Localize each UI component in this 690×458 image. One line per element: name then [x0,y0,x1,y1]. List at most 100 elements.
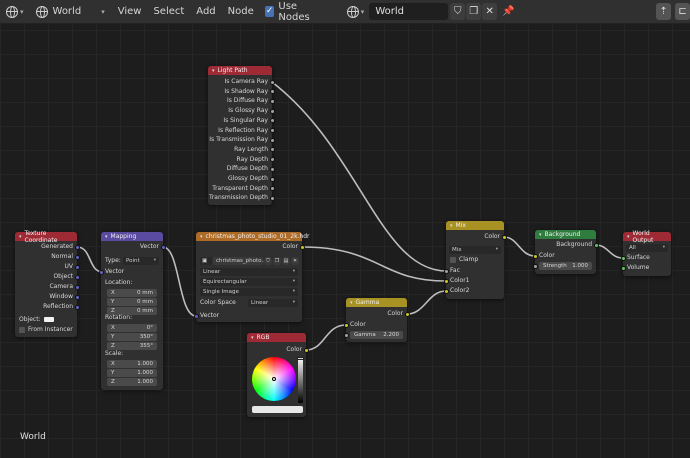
socket-out[interactable] [74,284,80,290]
socket-in[interactable] [343,322,349,328]
node-title: RGB [256,334,270,341]
rotation-x-field[interactable]: X 0° [107,324,157,332]
socket-out[interactable] [269,166,275,172]
socket-in[interactable] [620,265,626,271]
socket-out[interactable] [74,274,80,280]
socket-in[interactable] [343,332,349,338]
socket-in[interactable] [98,269,104,275]
color-picker-cursor[interactable] [272,377,276,381]
target-dropdown[interactable]: All ▾ [626,244,668,252]
socket-out[interactable] [593,242,599,248]
tree-context-label: World [20,432,46,442]
color-wheel[interactable] [252,357,296,401]
object-picker-icon[interactable] [43,317,54,322]
new-copy-icon[interactable]: ❐ [273,257,281,265]
folder-icon[interactable]: ▤ [282,257,290,265]
socket-out[interactable] [269,89,275,95]
collapse-icon[interactable]: ▾ [251,335,254,341]
node-header[interactable]: ▾ Mapping [101,232,163,241]
fake-user-shield-icon[interactable]: ⛉ [264,257,272,265]
collapse-icon[interactable]: ▾ [450,223,453,229]
scale-x-field[interactable]: X 1.000 [107,360,157,368]
image-name-field[interactable]: christmas_photo... [213,257,267,265]
node-header[interactable]: ▾ Background [535,230,596,239]
node-header[interactable]: ▾ Gamma [346,298,407,307]
socket-in[interactable] [532,253,538,259]
socket-out[interactable] [269,147,275,153]
collapse-icon[interactable]: ▾ [539,232,542,238]
socket-out[interactable] [299,244,305,250]
projection-dropdown[interactable]: Equirectangular ▾ [200,278,298,286]
location-x-field[interactable]: X0 mm [107,289,157,297]
from-instancer-checkbox[interactable]: From Instancer [15,325,77,335]
node-header[interactable]: ▾ christmas_photo_studio_01_2k.hdr [196,232,310,241]
mapping-node[interactable]: ▾ Mapping Vector Type: Point ▾ Vector Loc… [98,232,166,390]
location-y-field[interactable]: Y0 mm [107,298,157,306]
collapse-icon[interactable]: ▾ [105,234,108,240]
value-slider[interactable] [298,357,303,403]
node-header[interactable]: ▾ Texture Coordinate [15,230,77,244]
rotation-y-field[interactable]: Y 350° [107,333,157,341]
socket-out[interactable] [269,108,275,114]
blend-type-dropdown[interactable]: Mix ▾ [449,246,501,254]
object-field[interactable]: Object: [15,315,77,325]
collapse-icon[interactable]: ▾ [200,234,203,240]
scale-y-field[interactable]: Y 1.000 [107,369,157,377]
socket-in[interactable] [532,263,538,269]
socket-out[interactable] [269,118,275,124]
image-browse-button[interactable]: ▣ [200,257,212,265]
collapse-icon[interactable]: ▾ [19,234,22,240]
socket-out[interactable] [269,195,275,201]
rgb-node[interactable]: ▾ RGB Color [247,333,309,417]
gamma-value-field[interactable]: Gamma 2.200 [343,331,403,339]
socket-out[interactable] [303,347,309,353]
gamma-node[interactable]: ▾ Gamma Color Color Gamma 2.200 [343,298,410,342]
environment-texture-node[interactable]: ▾ christmas_photo_studio_01_2k.hdr Color… [193,232,310,322]
color-space-dropdown[interactable]: Linear ▾ [248,299,298,307]
socket-out[interactable] [74,294,80,300]
socket-out[interactable] [269,98,275,104]
socket-out[interactable] [269,186,275,192]
texture-coordinate-node[interactable]: ▾ Texture Coordinate Generated Normal UV… [15,230,80,337]
socket-out[interactable] [269,137,275,143]
interpolation-dropdown[interactable]: Linear ▾ [200,268,298,276]
socket-in[interactable] [620,255,626,261]
socket-out[interactable] [74,254,80,260]
close-icon[interactable]: ✕ [291,257,299,265]
collapse-icon[interactable]: ▾ [212,68,215,74]
node-header[interactable]: ▾ Light Path [208,66,272,75]
mix-rgb-node[interactable]: ▾ Mix Color Mix ▾ Clamp Fac Color1 Color2 [443,221,507,299]
socket-out[interactable] [269,176,275,182]
node-header[interactable]: ▾ RGB [247,333,306,342]
checkbox-icon[interactable] [19,326,25,333]
socket-out[interactable] [269,128,275,133]
node-header[interactable]: ▾ Mix [446,221,504,230]
socket-out[interactable] [269,79,275,85]
socket-out[interactable] [404,311,410,317]
socket-out[interactable] [74,304,80,310]
socket-out[interactable] [74,244,80,250]
collapse-icon[interactable]: ▾ [350,300,353,306]
socket-out[interactable] [74,264,80,270]
background-node[interactable]: ▾ Background Background Color Strength 1.… [532,230,599,274]
clamp-checkbox[interactable]: Clamp [446,255,504,265]
source-dropdown[interactable]: Single Image ▾ [200,288,298,296]
strength-field[interactable]: Strength 1.000 [532,262,592,270]
scale-z-field[interactable]: Z 1.000 [107,378,157,386]
mapping-type-dropdown[interactable]: Point ▾ [123,257,159,265]
color-swatch[interactable] [252,406,303,413]
socket-in[interactable] [193,313,199,319]
value-slider-handle[interactable] [297,357,304,360]
socket-out[interactable] [160,244,166,250]
socket-in[interactable] [443,288,449,294]
collapse-icon[interactable]: ▾ [627,234,630,240]
light-path-node[interactable]: ▾ Light Path Is Camera Ray Is Shadow Ray… [208,66,275,205]
world-output-node[interactable]: ▾ World Output All ▾ Surface Volume [620,230,671,276]
socket-in[interactable] [443,278,449,284]
output-is-shadow-ray: Is Shadow Ray [208,87,275,97]
socket-in[interactable] [443,268,449,274]
socket-out[interactable] [269,157,275,163]
checkbox-icon[interactable] [450,256,456,263]
node-header[interactable]: ▾ World Output [623,230,671,244]
socket-out[interactable] [501,234,507,240]
